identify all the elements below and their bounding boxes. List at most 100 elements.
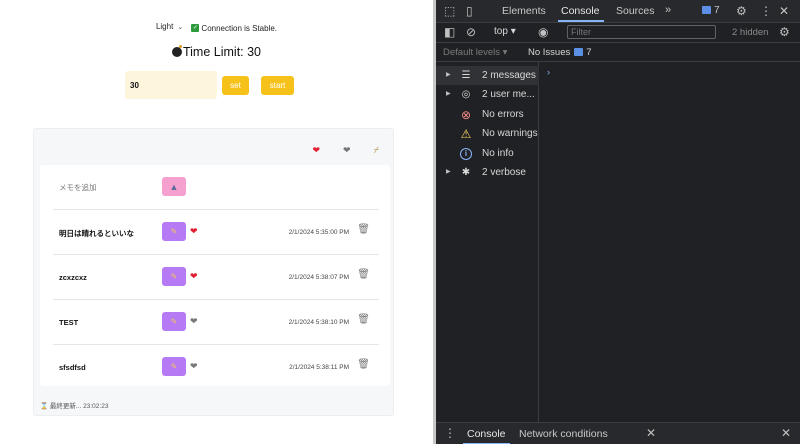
levels-bar: Default levels ▾ No Issues 7	[436, 43, 800, 62]
expand-arrow-icon[interactable]: ▶	[446, 168, 451, 175]
issues-badge[interactable]: 7	[702, 5, 720, 16]
sidebar-item-label: 2 messages	[482, 70, 536, 81]
trash-icon[interactable]: 🗑	[357, 314, 370, 325]
sidebar-item-verbose[interactable]: ▶ ✱ 2 verbose	[436, 163, 539, 182]
console-toolbar: ◧ ⊘ top ▾ ◉ 2 hidden ⚙	[436, 23, 800, 43]
sidebar-item-label: 2 verbose	[482, 167, 526, 178]
memo-row: zcxzcxz ✎ ❤ 2/1/2024 5:38:07 PM 🗑	[53, 255, 379, 300]
favorite-heart-icon[interactable]: ❤	[190, 226, 198, 237]
warning-icon: ⚠	[460, 127, 472, 141]
drawer-menu-icon[interactable]: ⋮	[444, 426, 456, 440]
sidebar-item-info[interactable]: i No info	[436, 144, 539, 163]
filter-input[interactable]	[567, 25, 716, 39]
sidebar-item-user-messages[interactable]: ▶ ◎ 2 user me...	[436, 85, 539, 104]
unfavorite-heart-icon[interactable]: ❤	[190, 316, 198, 327]
console-settings-gear-icon[interactable]: ⚙	[779, 25, 790, 39]
chevron-down-icon: ⌄	[177, 24, 184, 31]
sidebar-item-label: No info	[482, 148, 514, 159]
close-drawer-icon[interactable]: ✕	[781, 426, 791, 440]
heart-filter-icon[interactable]: ❤	[313, 145, 321, 156]
set-button[interactable]: set	[222, 75, 249, 95]
tab-elements[interactable]: Elements	[502, 5, 546, 17]
error-icon: ⊗	[460, 108, 472, 122]
message-icon	[574, 48, 584, 56]
sidebar-item-errors[interactable]: ⊗ No errors	[436, 105, 539, 124]
edit-memo-button[interactable]: ✎	[162, 222, 186, 241]
caret-down-icon: ▾	[510, 26, 516, 37]
start-button[interactable]: start	[261, 75, 294, 95]
memo-add-label: メモを追加	[59, 183, 97, 192]
bomb-icon	[171, 45, 182, 57]
memo-text: sfsdfsd	[59, 363, 86, 372]
memo-row: TEST ✎ ❤ 2/1/2024 5:38:10 PM 🗑	[53, 300, 379, 345]
memo-text: TEST	[59, 318, 79, 327]
sidebar-item-warnings[interactable]: ⚠ No warnings	[436, 124, 539, 143]
bug-icon: ✱	[461, 167, 471, 178]
hidden-count: 2 hidden	[732, 27, 769, 38]
tab-sources[interactable]: Sources	[616, 5, 655, 17]
memo-list: メモを追加 ▲ 明日は晴れるといいな ✎ ❤ 2/1/2024 5:35:00 …	[40, 165, 390, 386]
list-icon: ☰	[461, 70, 471, 81]
caret-down-icon: ▾	[502, 47, 508, 58]
context-select-value: top	[494, 26, 508, 37]
context-select[interactable]: top ▾	[494, 26, 516, 37]
add-memo-button[interactable]: ▲	[162, 177, 186, 196]
devtools-pane: ⬚ ▯ Elements Console Sources » 7 ⚙ ⋮ ✕ ◧…	[436, 0, 800, 444]
expand-arrow-icon[interactable]: ▶	[446, 90, 451, 97]
sidebar-item-label: No warnings	[482, 128, 538, 139]
edit-memo-button[interactable]: ✎	[162, 357, 186, 376]
connection-status-text: Connection is Stable.	[201, 23, 278, 33]
connection-status: ✓ Connection is Stable.	[191, 24, 277, 33]
check-icon: ✓	[191, 24, 200, 32]
log-levels-dropdown[interactable]: Default levels ▾	[443, 47, 507, 58]
message-icon	[702, 6, 711, 14]
close-icon[interactable]: ✕	[779, 4, 789, 18]
no-issues-button[interactable]: No Issues 7	[528, 47, 592, 58]
pencil-icon: ✎	[170, 227, 178, 236]
broom-icon[interactable]: ⌿	[374, 145, 379, 156]
expand-arrow-icon[interactable]: ▶	[446, 71, 451, 78]
sidebar-item-messages[interactable]: ▶ ☰ 2 messages	[436, 66, 539, 85]
sidebar-toggle-icon[interactable]: ◧	[444, 25, 455, 39]
memo-panel: ❤ ❤ ⌿ メモを追加 ▲ 明日は晴れるといいな ✎ ❤ 2/1/2024 5:…	[33, 128, 394, 416]
timer-controls: set start	[125, 71, 294, 99]
filter-icons: ❤ ❤ ⌿	[313, 145, 380, 156]
inspect-element-icon[interactable]: ⬚	[444, 4, 455, 18]
pencil-icon: ✎	[170, 272, 178, 281]
memo-row: sfsdfsd ✎ ❤ 2/1/2024 5:38:11 PM 🗑	[53, 345, 379, 390]
inbox-icon: ▲	[169, 181, 179, 192]
drawer-tab-console[interactable]: Console	[463, 428, 510, 444]
edit-memo-button[interactable]: ✎	[162, 267, 186, 286]
device-toolbar-icon[interactable]: ▯	[466, 4, 473, 18]
gear-icon[interactable]: ⚙	[736, 4, 747, 18]
memo-date: 2/1/2024 5:35:00 PM	[288, 229, 349, 236]
time-limit-heading: Time Limit: 30	[0, 45, 433, 59]
trash-icon[interactable]: 🗑	[357, 359, 370, 370]
time-limit-input[interactable]	[125, 71, 217, 99]
clear-console-icon[interactable]: ⊘	[466, 25, 476, 39]
memo-date: 2/1/2024 5:38:10 PM	[288, 319, 349, 326]
time-limit-text: Time Limit: 30	[182, 45, 262, 59]
trash-icon[interactable]: 🗑	[357, 224, 370, 235]
close-tab-icon[interactable]: ✕	[646, 426, 656, 440]
console-prompt-caret-icon[interactable]: ›	[547, 67, 550, 77]
more-tabs-icon[interactable]: »	[665, 4, 671, 16]
unfavorite-heart-icon[interactable]: ❤	[190, 361, 198, 372]
eye-icon[interactable]: ◉	[538, 25, 548, 39]
drawer-tab-network-conditions[interactable]: Network conditions	[519, 428, 608, 440]
memo-row: 明日は晴れるといいな ✎ ❤ 2/1/2024 5:35:00 PM 🗑	[53, 210, 379, 255]
memo-add-row: メモを追加 ▲	[53, 165, 379, 210]
pencil-icon: ✎	[170, 362, 178, 371]
memo-date: 2/1/2024 5:38:07 PM	[288, 274, 349, 281]
edit-memo-button[interactable]: ✎	[162, 312, 186, 331]
issues-count: 7	[714, 5, 720, 16]
gray-heart-filter-icon[interactable]: ❤	[343, 145, 351, 156]
pencil-icon: ✎	[170, 317, 178, 326]
trash-icon[interactable]: 🗑	[357, 269, 370, 280]
favorite-heart-icon[interactable]: ❤	[190, 271, 198, 282]
theme-select[interactable]: Light ⌄	[156, 22, 183, 31]
kebab-menu-icon[interactable]: ⋮	[760, 4, 772, 18]
theme-select-value: Light	[155, 22, 174, 31]
tab-console[interactable]: Console	[558, 5, 604, 22]
console-sidebar: ▶ ☰ 2 messages ▶ ◎ 2 user me... ⊗ No err…	[436, 62, 539, 422]
